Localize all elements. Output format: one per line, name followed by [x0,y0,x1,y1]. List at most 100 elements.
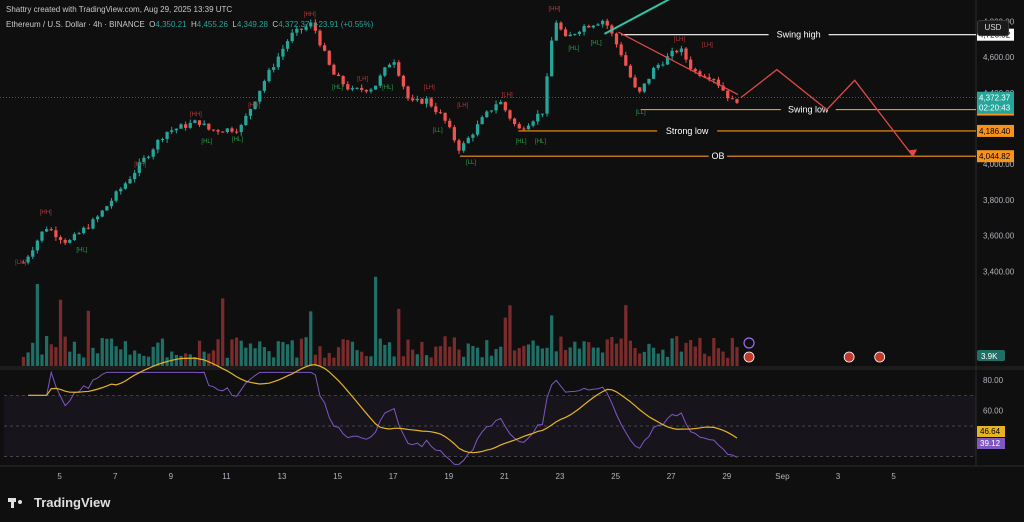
candle-body [679,48,684,53]
structure-label: [LH] [502,92,513,98]
volume-bar [285,344,290,366]
volume-bar [434,346,438,366]
symbol-info: Ethereum / U.S. Dollar · 4h · BINANCE O4… [6,20,373,29]
volume-bar [373,276,378,366]
volume-bar [63,336,67,366]
candle-body [434,106,438,113]
volume-bar [554,351,558,366]
volume-bar [411,349,415,366]
chart-credit: Shattry created with TradingView.com, Au… [6,5,233,14]
price-chart[interactable]: 5,000.004,800.004,600.004,400.004,000.00… [0,0,1024,522]
candle-body [202,123,206,125]
volume-bar [475,347,480,366]
symbol-name: Ethereum / U.S. Dollar · 4h · BINANCE [6,20,145,29]
volume-bar [591,347,595,366]
candle-body [128,179,132,184]
volume-bar [568,347,572,366]
candle-body [72,234,77,241]
volume-bar [438,346,443,366]
candle-body [480,117,484,125]
volume-bar [160,338,165,366]
volume-bar [452,337,456,366]
volume-bar [702,353,707,366]
volume-bar [383,344,387,366]
volume-bar [545,347,549,366]
volume-bar [21,356,26,366]
volume-bar [86,310,90,366]
rsi-ma-value: 46.64 [980,427,1001,436]
candle-body [179,124,183,129]
volume-bar [480,357,484,366]
candle-body [276,56,280,68]
structure-label: [LL] [466,160,476,166]
volume-bar [536,345,540,366]
rsi-value: 39.12 [980,439,1001,448]
candle-body [211,129,216,131]
ohlc-close: 4,372.37 [278,20,310,29]
volume-bar [601,352,605,366]
candle-body [355,87,359,89]
volume-last-label: 3.9K [981,352,998,361]
volume-bar [137,353,141,366]
candle-body [443,112,447,121]
volume-bar [387,342,392,366]
structure-label: [HL] [516,139,527,145]
candle-body [392,62,396,65]
candle-body [462,143,466,151]
volume-bar [82,357,86,366]
volume-bar [364,356,368,366]
time-tick-label: 27 [667,472,676,481]
candle-body [568,34,572,37]
candle-body [735,99,739,103]
volume-bar [119,349,123,366]
candle-body [40,231,44,241]
volume-bar [508,305,512,366]
volume-bar [466,343,470,366]
event-icon[interactable] [843,351,855,363]
volume-bar [234,337,239,366]
structure-label: [HH] [248,103,260,109]
structure-label: [LH] [702,42,713,48]
candle-body [54,230,58,238]
volume-bar [661,349,665,366]
candle-body [35,240,39,251]
volume-bar [221,298,225,366]
candle-body [323,45,327,51]
volume-bar [146,356,151,366]
volume-bar [485,340,489,366]
volume-bar [406,339,410,366]
volume-bar [95,353,100,366]
volume-bar [248,343,253,366]
volume-bar [26,352,30,366]
structure-label: [HL] [201,139,212,145]
brand-name: TradingView [34,495,111,510]
bar-countdown-label: 02:20:43 [979,104,1011,113]
volume-bar [563,349,568,366]
volume-bar [550,315,554,366]
candle-body [174,128,178,131]
event-icon[interactable] [874,351,886,363]
volume-bar [693,346,697,366]
last-price-label: 4,372.37 [979,94,1011,103]
volume-bar [225,357,229,366]
volume-bar [684,342,688,366]
structure-label: [HH] [190,112,202,118]
candle-body [424,98,429,104]
candle-body [596,24,600,26]
volume-bar [457,349,461,366]
volume-bar [494,349,498,366]
candle-body [554,22,558,41]
candle-body [689,59,693,69]
candle-body [415,98,419,101]
tradingview-logo[interactable]: TradingView [8,495,110,510]
candle-body [170,130,174,132]
candle-body [438,112,443,114]
volume-bar [58,299,63,366]
news-icon[interactable] [743,337,755,349]
event-icon[interactable] [743,351,755,363]
candle-body [712,79,716,81]
volume-bar [559,336,563,366]
volume-bar [299,338,304,366]
currency-button[interactable]: USD [977,20,1009,36]
candle-body [346,84,350,90]
